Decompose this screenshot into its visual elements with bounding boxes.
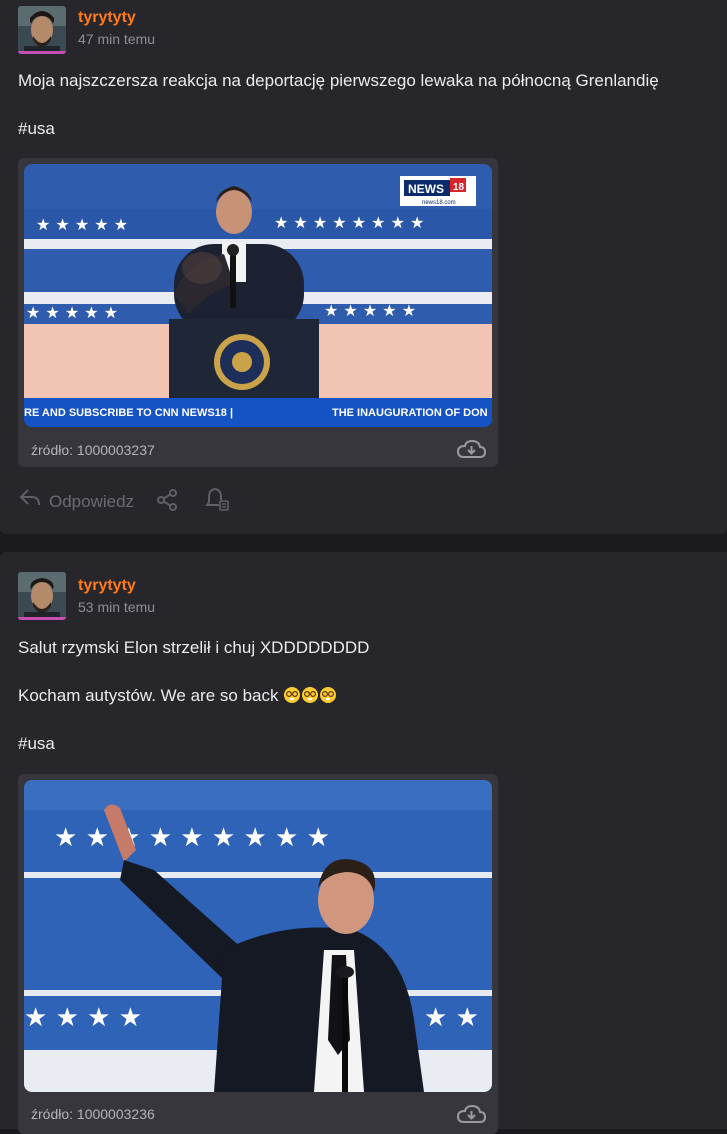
cloud-download-icon[interactable] (456, 438, 487, 460)
hashtag-link[interactable]: #usa (18, 734, 55, 754)
username[interactable]: tyrytyty (78, 577, 136, 595)
post-time[interactable]: 47 min temu (78, 31, 155, 47)
username[interactable]: tyrytyty (78, 9, 136, 27)
share-icon (157, 489, 177, 511)
media-card: ★ ★ ★ ★ ★ ★ ★ ★ ★ ★ ★ ★ ★ ★ ★ źródło: 10… (18, 774, 498, 1134)
media-image: ★ ★ ★ ★ ★ ★ ★ ★ ★ ★ ★ ★ ★ ★ ★ (24, 780, 492, 1092)
media-image-frame[interactable]: ★ ★ ★ ★ ★ ★ ★ ★ ★ ★ ★ ★ ★ ★ ★ (24, 780, 492, 1092)
avatar-portrait-image (18, 572, 66, 617)
post-text-line-2-label: Kocham autystów. We are so back (18, 686, 279, 705)
svg-text:★ ★ ★ ★: ★ ★ ★ ★ (24, 1003, 142, 1033)
ticker-left: RE AND SUBSCRIBE TO CNN NEWS18 | (24, 407, 233, 419)
svg-text:★ ★ ★ ★ ★: ★ ★ ★ ★ ★ (324, 301, 416, 320)
avatar[interactable] (18, 572, 66, 620)
hashtag-link[interactable]: #usa (18, 119, 55, 139)
svg-text:★ ★ ★ ★ ★ ★ ★ ★: ★ ★ ★ ★ ★ ★ ★ ★ (274, 213, 424, 232)
media-image: ★ ★ ★ ★ ★ ★ ★ ★ ★ ★ ★ ★ ★ ★ ★ ★ ★ ★ ★ ★ … (24, 164, 492, 427)
media-card: ★ ★ ★ ★ ★ ★ ★ ★ ★ ★ ★ ★ ★ ★ ★ ★ ★ ★ ★ ★ … (18, 158, 498, 467)
source-label: źródło: 1000003236 (31, 1106, 155, 1122)
svg-text:★ ★ ★ ★ ★: ★ ★ ★ ★ ★ (26, 303, 118, 322)
reply-button[interactable]: Odpowiedz (18, 486, 134, 515)
reply-label: Odpowiedz (49, 492, 135, 511)
post-1: tyrytyty 47 min temu Moja najszczersza r… (0, 0, 727, 534)
ticker-right: THE INAUGURATION OF DON (332, 407, 488, 419)
post-text-line-1: Salut rzymski Elon strzelił i chuj XDDDD… (18, 638, 370, 657)
svg-text:★ ★ ★ ★ ★: ★ ★ ★ ★ ★ (36, 215, 128, 234)
avatar-portrait-image (18, 6, 66, 51)
post-text-line-2: Kocham autystów. We are so back (18, 686, 337, 706)
svg-text:★ ★ ★ ★ ★ ★ ★ ★ ★: ★ ★ ★ ★ ★ ★ ★ ★ ★ (54, 823, 330, 853)
reply-arrow-icon (19, 489, 40, 506)
nerd-face-emoji (283, 686, 337, 705)
notify-button[interactable] (204, 486, 230, 517)
bell-icon (205, 487, 229, 511)
cloud-download-icon[interactable] (456, 1103, 487, 1125)
post-text: Moja najszczersza reakcja na deportację … (18, 71, 659, 90)
share-button[interactable] (155, 488, 179, 517)
avatar[interactable] (18, 6, 66, 54)
media-video-frame[interactable]: ★ ★ ★ ★ ★ ★ ★ ★ ★ ★ ★ ★ ★ ★ ★ ★ ★ ★ ★ ★ … (24, 164, 492, 427)
channel-logo-number: 18 (453, 182, 465, 193)
channel-url: news18.com (422, 200, 456, 206)
post-time[interactable]: 53 min temu (78, 599, 155, 615)
svg-text:★ ★: ★ ★ (424, 1003, 479, 1033)
source-label: źródło: 1000003237 (31, 442, 155, 458)
post-2: tyrytyty 53 min temu Salut rzymski Elon … (0, 552, 727, 1134)
channel-logo-text: NEWS (408, 182, 444, 196)
